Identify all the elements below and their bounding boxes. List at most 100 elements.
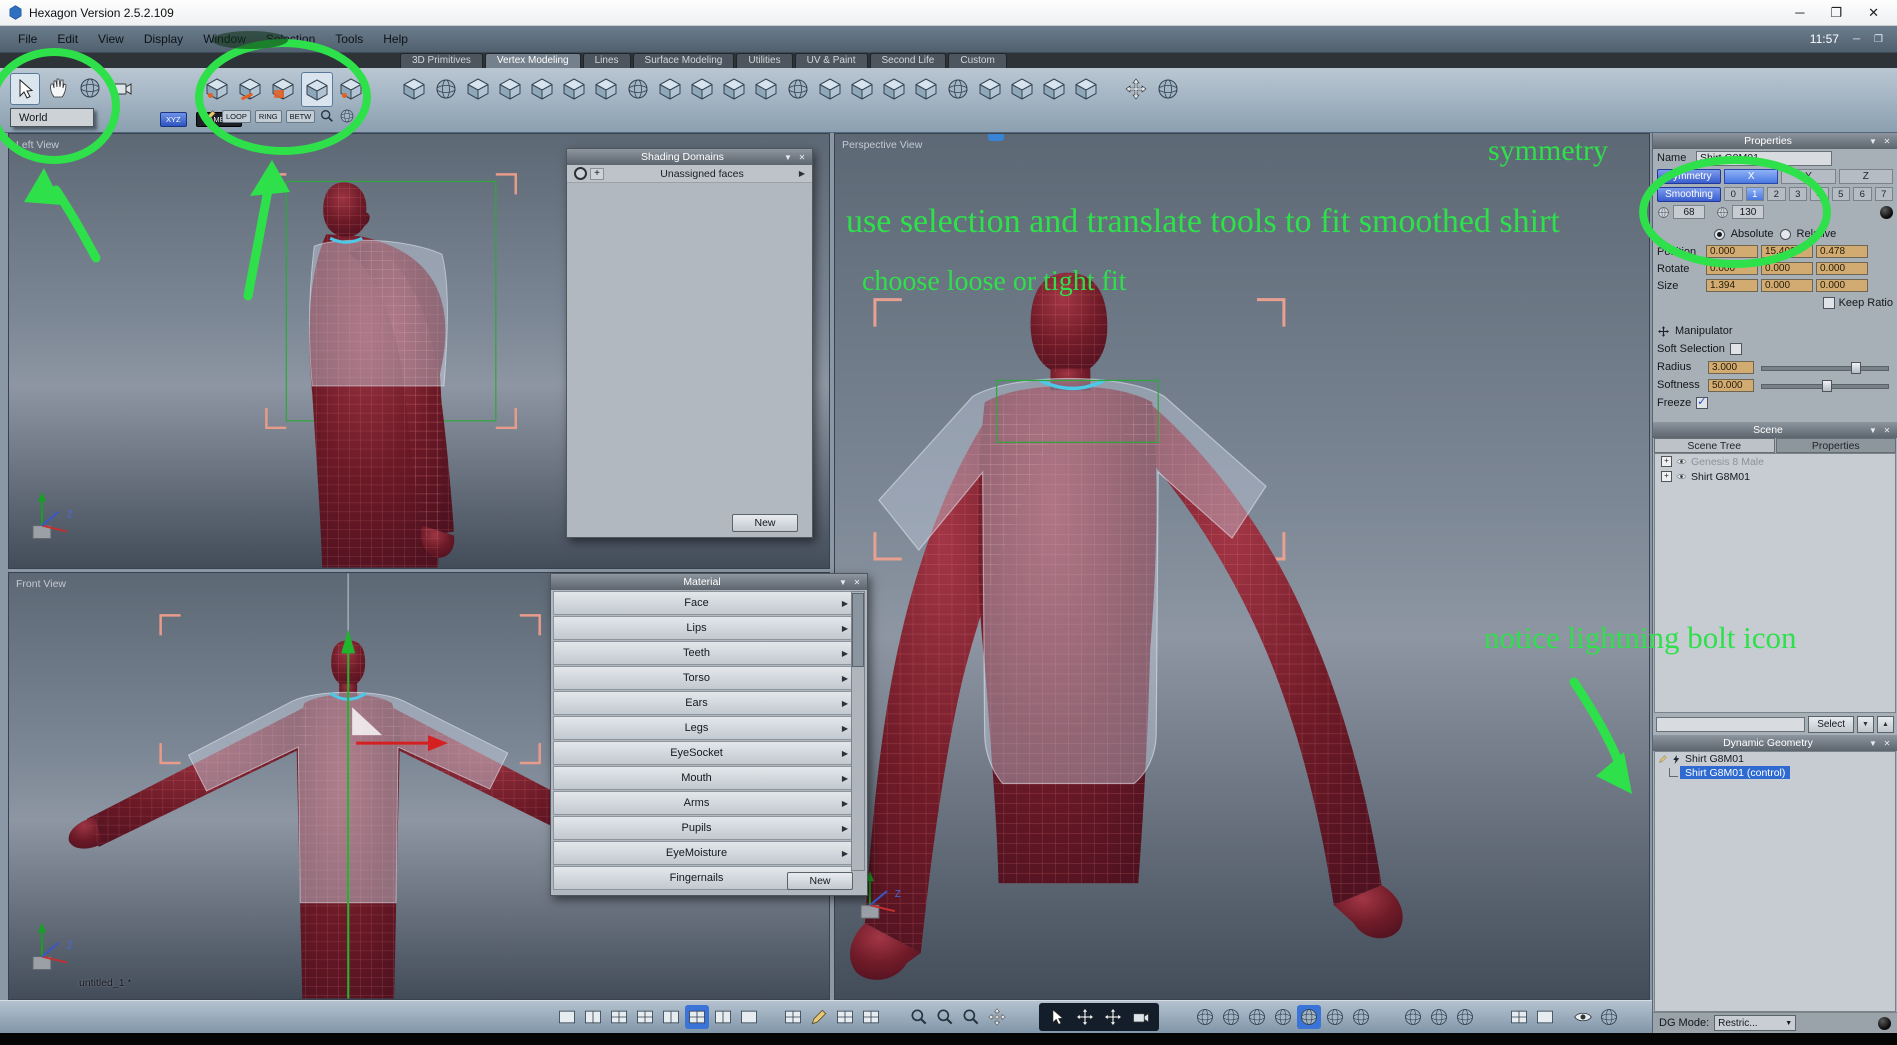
new-domain-button[interactable]: New <box>732 514 798 532</box>
modeling-tool-icon[interactable] <box>432 74 460 104</box>
freeze-checkbox[interactable] <box>1696 395 1709 409</box>
range-high-value[interactable]: 130 <box>1732 205 1764 219</box>
tab-utilities[interactable]: Utilities <box>736 53 793 68</box>
tab-surface-modeling[interactable]: Surface Modeling <box>632 53 735 68</box>
scene-search-input[interactable] <box>1656 716 1806 732</box>
tab-3d-primitives[interactable]: 3D Primitives <box>400 53 483 68</box>
tab-scene-tree[interactable]: Scene Tree <box>1654 438 1775 453</box>
radius-input[interactable]: 3.000 <box>1708 360 1754 374</box>
expand-icon[interactable]: + <box>1661 456 1672 467</box>
modeling-tool-icon[interactable] <box>496 74 524 104</box>
select-points-button[interactable] <box>202 72 232 105</box>
app-minimize-icon[interactable]: ─ <box>1853 34 1860 45</box>
add-domain-icon[interactable]: + <box>590 167 604 180</box>
menu-selection[interactable]: Selection <box>256 26 325 53</box>
shading-domain-row[interactable]: + Unassigned faces ▶ <box>567 165 812 183</box>
material-item[interactable]: Legs ▶ <box>553 716 852 740</box>
modeling-tool-icon[interactable] <box>1072 74 1100 104</box>
menu-window[interactable]: Window <box>193 26 256 53</box>
radius-slider[interactable] <box>1761 361 1889 374</box>
rotate-mode-button[interactable] <box>1101 1005 1125 1029</box>
material-sphere-icon[interactable] <box>1880 205 1893 219</box>
layout-active-button[interactable] <box>685 1005 709 1029</box>
absolute-radio[interactable] <box>1713 228 1725 240</box>
guides-button[interactable] <box>833 1005 857 1029</box>
smoothing-level-2[interactable]: 2 <box>1767 187 1786 201</box>
symmetry-x-button[interactable]: X <box>1724 168 1779 184</box>
layout-two-button[interactable] <box>581 1005 605 1029</box>
modeling-tool-icon[interactable] <box>624 74 652 104</box>
modeling-tool-icon[interactable] <box>976 74 1004 104</box>
name-input[interactable]: Shirt G8M01 <box>1696 150 1832 166</box>
modeling-tool-icon[interactable] <box>944 74 972 104</box>
close-icon[interactable]: ✕ <box>850 578 864 587</box>
relative-radio[interactable] <box>1779 228 1791 240</box>
modeling-tool-icon[interactable] <box>816 74 844 104</box>
material-item[interactable]: Arms ▶ <box>553 791 852 815</box>
layout-three-button[interactable] <box>607 1005 631 1029</box>
range-low-value[interactable]: 68 <box>1673 205 1705 219</box>
layout-wide-button[interactable] <box>711 1005 735 1029</box>
material-item[interactable]: Torso ▶ <box>553 666 852 690</box>
collapse-icon[interactable]: ▼ <box>1866 137 1880 146</box>
zoom-in-button[interactable] <box>933 1005 957 1029</box>
menu-view[interactable]: View <box>88 26 134 53</box>
material-item[interactable]: Pupils ▶ <box>553 816 852 840</box>
shading-ghost-button[interactable] <box>1323 1005 1347 1029</box>
smoothing-level-6[interactable]: 6 <box>1853 187 1872 201</box>
tab-uv-paint[interactable]: UV & Paint <box>794 53 868 68</box>
smoothing-level-5[interactable]: 5 <box>1831 187 1850 201</box>
close-button[interactable]: ✕ <box>1868 5 1879 21</box>
camera-tool-button[interactable] <box>108 73 136 103</box>
display-option-button[interactable] <box>1401 1005 1425 1029</box>
collapse-icon[interactable]: ▼ <box>781 153 795 162</box>
scene-item-genesis[interactable]: + Genesis 8 Male <box>1655 454 1895 469</box>
material-item[interactable]: Lips ▶ <box>553 616 852 640</box>
material-item[interactable]: Teeth ▶ <box>553 641 852 665</box>
edit-pencil-icon[interactable] <box>1658 754 1668 764</box>
maximize-button[interactable]: ❐ <box>1830 5 1842 21</box>
modeling-tool-icon[interactable] <box>784 74 812 104</box>
zoom-out-button[interactable] <box>907 1005 931 1029</box>
position-x-input[interactable]: 0.000 <box>1706 245 1758 258</box>
select-all-button[interactable] <box>336 72 366 105</box>
between-select-button[interactable]: BETW <box>285 109 316 123</box>
menu-file[interactable]: File <box>8 26 47 53</box>
material-item[interactable]: EyeSocket ▶ <box>553 741 852 765</box>
prev-icon[interactable]: ▼ <box>1857 715 1874 733</box>
new-material-button[interactable]: New <box>787 872 853 890</box>
xyz-button[interactable]: XYZ <box>160 112 187 127</box>
shading-xray-button[interactable] <box>1349 1005 1373 1029</box>
translate-mode-button[interactable] <box>1073 1005 1097 1029</box>
modeling-tool-icon[interactable] <box>880 74 908 104</box>
layout-single-button[interactable] <box>555 1005 579 1029</box>
scrollbar[interactable] <box>851 591 865 871</box>
layout-columns-button[interactable] <box>737 1005 761 1029</box>
display-option-button[interactable] <box>1427 1005 1451 1029</box>
modeling-tool-icon[interactable] <box>720 74 748 104</box>
perspective-viewport[interactable]: Perspective View Z <box>834 133 1650 1000</box>
collapse-icon[interactable]: ▼ <box>1866 739 1880 748</box>
next-icon[interactable]: ▲ <box>1877 715 1894 733</box>
world-dropdown[interactable]: World <box>10 108 94 127</box>
modeling-tool-icon[interactable] <box>1122 74 1150 104</box>
layout-split-button[interactable] <box>659 1005 683 1029</box>
dg-mode-dropdown[interactable]: Restric... ▼ <box>1714 1015 1797 1031</box>
size-z-input[interactable]: 0.000 <box>1816 279 1868 292</box>
camera-view-button[interactable] <box>1129 1005 1153 1029</box>
smoothing-level-4[interactable]: 4 <box>1810 187 1829 201</box>
modeling-tool-icon[interactable] <box>1040 74 1068 104</box>
scrollbar-thumb[interactable] <box>852 593 864 667</box>
minimize-button[interactable]: ─ <box>1795 5 1804 21</box>
menu-display[interactable]: Display <box>134 26 193 53</box>
ground-plane-button[interactable] <box>1507 1005 1531 1029</box>
modeling-tool-icon[interactable] <box>912 74 940 104</box>
render-preview-button[interactable] <box>1597 1005 1621 1029</box>
symmetry-z-button[interactable]: Z <box>1838 168 1893 184</box>
modeling-tool-icon[interactable] <box>528 74 556 104</box>
modeling-tool-icon[interactable] <box>560 74 588 104</box>
menu-help[interactable]: Help <box>373 26 418 53</box>
material-item[interactable]: EyeMoisture ▶ <box>553 841 852 865</box>
shading-wireframe-button[interactable] <box>1193 1005 1217 1029</box>
paint-select-icon[interactable] <box>202 109 218 123</box>
